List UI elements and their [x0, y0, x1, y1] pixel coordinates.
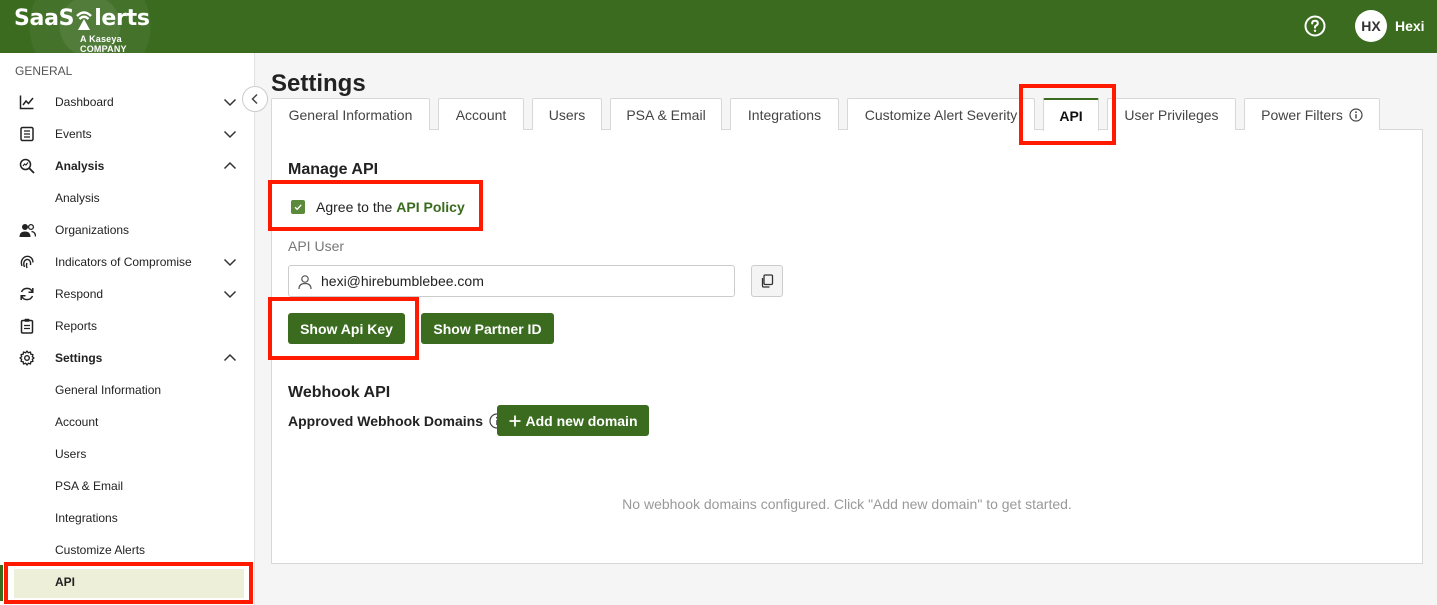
- sidebar-item-label: Integrations: [55, 511, 118, 525]
- logo-text-1: Saa: [14, 6, 59, 31]
- avatar[interactable]: HX: [1355, 10, 1387, 42]
- add-new-domain-label: Add new domain: [525, 412, 638, 429]
- copy-icon: [760, 274, 774, 288]
- sidebar-item-label: API: [55, 575, 76, 589]
- sidebar-item-label: Account: [55, 415, 99, 429]
- sidebar-item-organizations[interactable]: Organizations: [0, 214, 254, 246]
- chevron-left-icon: [249, 93, 261, 105]
- tab-customize-alert-severity[interactable]: Customize Alert Severity: [847, 98, 1035, 130]
- chevron-up-icon[interactable]: [223, 351, 237, 365]
- approved-domains-text: Approved Webhook Domains: [288, 413, 483, 429]
- webhook-api-heading: Webhook API: [288, 384, 391, 401]
- empty-domains-message: No webhook domains configured. Click "Ad…: [622, 496, 1072, 512]
- page-title: Settings: [271, 70, 366, 97]
- sidebar-item-label: Settings: [55, 351, 103, 365]
- refresh-icon: [19, 286, 35, 302]
- sidebar-subitem-api[interactable]: API: [0, 566, 254, 598]
- tab-general-information[interactable]: General Information: [271, 98, 430, 130]
- manage-api-heading: Manage API: [288, 161, 379, 178]
- username[interactable]: Hexi: [1395, 18, 1425, 34]
- api-policy-link[interactable]: API Policy: [396, 199, 464, 215]
- tab-label: Power Filters: [1261, 106, 1343, 123]
- logo-subtitle: A Kaseya COMPANY: [80, 34, 127, 54]
- tab-account[interactable]: Account: [438, 98, 524, 130]
- show-api-key-button[interactable]: Show Api Key: [288, 313, 405, 344]
- chevron-down-icon[interactable]: [223, 95, 237, 109]
- approved-domains-label: Approved Webhook Domains: [288, 413, 505, 429]
- sidebar-subitem-general-information[interactable]: General Information: [0, 374, 254, 406]
- wifi-icon: [75, 8, 93, 30]
- api-user-label: API User: [288, 238, 345, 254]
- tab-integrations[interactable]: Integrations: [730, 98, 839, 130]
- tab-user-privileges[interactable]: User Privileges: [1107, 98, 1236, 130]
- top-bar: Saa S lerts A Kaseya COMPANY HX Hexi: [0, 0, 1437, 54]
- sidebar-subitem-account[interactable]: Account: [0, 406, 254, 438]
- sidebar-item-respond[interactable]: Respond: [0, 278, 254, 310]
- sidebar-item-dashboard[interactable]: Dashboard: [0, 86, 254, 118]
- sidebar: GENERAL Dashboard Events Analysis Analys…: [0, 53, 255, 605]
- sidebar-subitem-analysis[interactable]: Analysis: [0, 182, 254, 214]
- sidebar-item-analysis[interactable]: Analysis: [0, 150, 254, 182]
- saas-alerts-logo[interactable]: Saa S lerts A Kaseya COMPANY: [14, 6, 164, 54]
- show-partner-id-button[interactable]: Show Partner ID: [421, 313, 554, 344]
- logo-text-2: S: [58, 6, 75, 31]
- chevron-up-icon[interactable]: [223, 159, 237, 173]
- users-icon: [19, 222, 36, 238]
- sidebar-item-label: Reports: [55, 319, 98, 333]
- collapse-sidebar-button[interactable]: [242, 86, 268, 112]
- chevron-down-icon[interactable]: [223, 255, 237, 269]
- info-icon[interactable]: [1349, 107, 1363, 122]
- tab-psa-email[interactable]: PSA & Email: [610, 98, 722, 130]
- sidebar-item-label: Analysis: [55, 159, 105, 173]
- sidebar-item-label: General Information: [55, 383, 162, 397]
- sidebar-item-label: Organizations: [55, 223, 130, 237]
- api-user-field[interactable]: [288, 265, 735, 297]
- agree-policy-label: Agree to the API Policy: [316, 199, 465, 215]
- check-icon: [293, 202, 303, 212]
- sidebar-subitem-psa-email[interactable]: PSA & Email: [0, 470, 254, 502]
- fingerprint-icon: [19, 254, 35, 270]
- agree-policy-checkbox[interactable]: [291, 200, 305, 214]
- sidebar-item-label: Indicators of Compromise: [55, 255, 192, 269]
- chevron-down-icon[interactable]: [223, 287, 237, 301]
- tab-power-filters[interactable]: Power Filters: [1244, 98, 1380, 130]
- sidebar-item-label: Dashboard: [55, 95, 114, 109]
- sidebar-item-label: PSA & Email: [55, 479, 124, 493]
- help-icon[interactable]: [1304, 15, 1326, 37]
- sidebar-item-reports[interactable]: Reports: [0, 310, 254, 342]
- sidebar-item-label: Respond: [55, 287, 104, 301]
- sidebar-item-indicators-of-compromise[interactable]: Indicators of Compromise: [0, 246, 254, 278]
- sidebar-subitem-integrations[interactable]: Integrations: [0, 502, 254, 534]
- magnifier-chart-icon: [19, 158, 35, 174]
- sidebar-item-label: Analysis: [55, 191, 100, 205]
- user-icon: [297, 274, 313, 290]
- sidebar-item-events[interactable]: Events: [0, 118, 254, 150]
- logo-text-3: lerts: [94, 6, 150, 31]
- sidebar-item-label: Customize Alerts: [55, 543, 146, 557]
- agree-text: Agree to the: [316, 199, 393, 215]
- clipboard-icon: [19, 318, 35, 334]
- sidebar-item-settings[interactable]: Settings: [0, 342, 254, 374]
- tab-api[interactable]: API: [1043, 98, 1099, 131]
- api-user-input[interactable]: [321, 266, 731, 296]
- gear-icon: [19, 350, 35, 366]
- sidebar-subitem-users[interactable]: Users: [0, 438, 254, 470]
- copy-button[interactable]: [751, 265, 783, 297]
- add-new-domain-button[interactable]: Add new domain: [497, 405, 649, 436]
- chart-line-icon: [19, 94, 35, 110]
- sidebar-subitem-customize-alerts[interactable]: Customize Alerts: [0, 534, 254, 566]
- sidebar-item-label: Users: [55, 447, 87, 461]
- tab-users[interactable]: Users: [532, 98, 602, 130]
- list-icon: [19, 126, 35, 142]
- plus-icon: [509, 415, 521, 427]
- chevron-down-icon[interactable]: [223, 127, 237, 141]
- sidebar-item-label: Events: [55, 127, 92, 141]
- sidebar-section-title: GENERAL: [15, 64, 73, 78]
